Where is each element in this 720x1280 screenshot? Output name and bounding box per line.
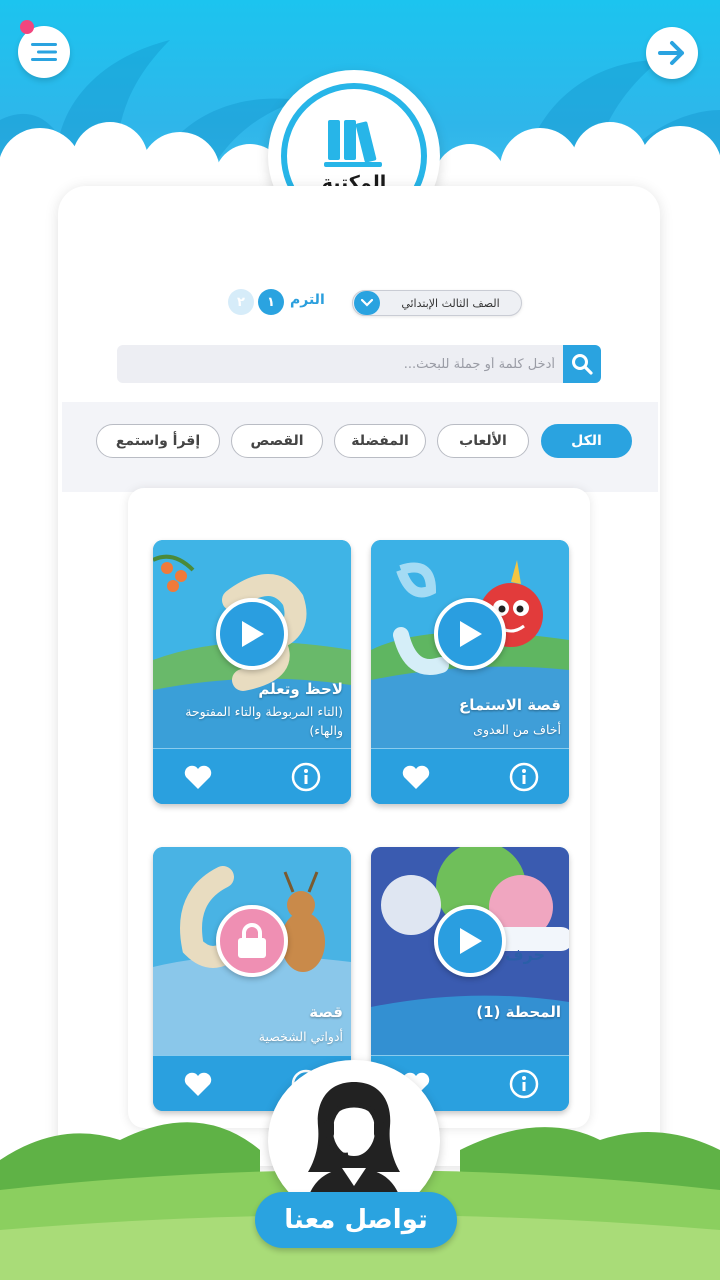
- card-actions: [371, 748, 569, 804]
- tab-favorites[interactable]: المفضلة: [334, 424, 426, 458]
- content-card[interactable]: لاحظ وتعلم (التاء المربوطة والتاء المفتو…: [153, 540, 351, 804]
- content-card[interactable]: حرف المحطة (1): [371, 847, 569, 1111]
- heart-icon[interactable]: [183, 764, 213, 790]
- search-bar: [117, 345, 601, 383]
- card-art-text: حرف: [505, 945, 546, 964]
- search-icon: [572, 354, 593, 375]
- tab-read-listen[interactable]: إقرأ واستمع: [96, 424, 220, 458]
- play-button[interactable]: [216, 598, 288, 670]
- heart-icon[interactable]: [401, 764, 431, 790]
- card-title: لاحظ وتعلم: [258, 680, 343, 698]
- arrow-right-icon: [658, 41, 684, 65]
- term-option-1[interactable]: ١: [258, 289, 284, 315]
- tab-stories[interactable]: القصص: [231, 424, 323, 458]
- play-icon: [460, 621, 482, 647]
- notification-dot: [20, 20, 34, 34]
- play-icon: [460, 928, 482, 954]
- chevron-down-icon: [354, 291, 380, 315]
- info-icon[interactable]: [509, 762, 539, 792]
- hamburger-menu-icon: [31, 43, 57, 61]
- lock-icon: [238, 923, 266, 958]
- grade-select[interactable]: الصف الثالث الإبتدائي: [352, 290, 522, 316]
- search-button[interactable]: [563, 345, 601, 383]
- term-option-2[interactable]: ٢: [228, 289, 254, 315]
- contact-us-button[interactable]: تواصل معنا: [255, 1192, 457, 1248]
- play-button[interactable]: [434, 598, 506, 670]
- term-label: الترم: [290, 292, 325, 308]
- forward-button[interactable]: [646, 27, 698, 79]
- grade-select-value: الصف الثالث الإبتدائي: [401, 296, 500, 310]
- play-button[interactable]: [434, 905, 506, 977]
- card-title: قصة الاستماع: [458, 696, 561, 714]
- info-icon[interactable]: [291, 762, 321, 792]
- locked-button[interactable]: [216, 905, 288, 977]
- card-actions: [153, 748, 351, 804]
- card-subtitle: أدواتي الشخصية: [258, 1029, 343, 1044]
- info-icon[interactable]: [509, 1069, 539, 1099]
- play-icon: [242, 621, 264, 647]
- card-subtitle: أخاف من العدوى: [473, 722, 561, 737]
- tab-all[interactable]: الكل: [541, 424, 632, 458]
- card-title: المحطة (1): [476, 1003, 561, 1021]
- books-icon: [324, 120, 382, 167]
- content-card[interactable]: قصة الاستماع أخاف من العدوى: [371, 540, 569, 804]
- card-subtitle: (التاء المربوطة والتاء المفتوحة والهاء): [185, 704, 343, 738]
- card-title: قصة: [309, 1003, 343, 1021]
- search-input[interactable]: [117, 345, 563, 383]
- heart-icon[interactable]: [183, 1071, 213, 1097]
- tab-games[interactable]: الألعاب: [437, 424, 529, 458]
